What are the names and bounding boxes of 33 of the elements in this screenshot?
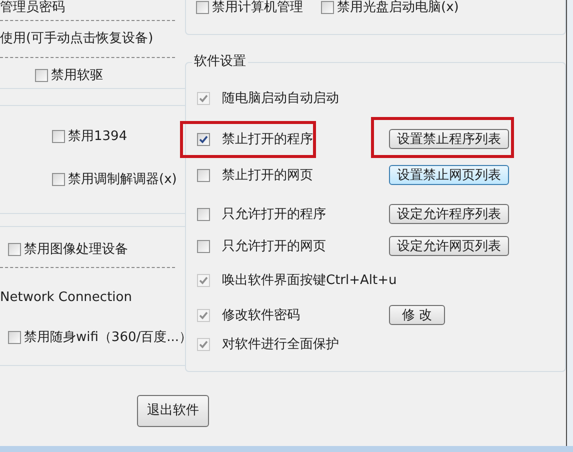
checkbox[interactable] bbox=[196, 0, 209, 14]
checkbox-label: 禁用调制解调器(x) bbox=[68, 172, 177, 186]
checkbox[interactable] bbox=[8, 242, 21, 256]
checkbox[interactable] bbox=[197, 208, 210, 220]
checkbox[interactable] bbox=[35, 68, 48, 82]
checkbox-label: 禁用软驱 bbox=[51, 68, 103, 82]
checkbox-label: 禁用计算机管理 bbox=[212, 0, 303, 14]
checkbox[interactable] bbox=[52, 172, 65, 186]
checkbox[interactable] bbox=[52, 130, 65, 142]
checkbox-label: 修改软件密码 bbox=[222, 308, 300, 322]
checkbox[interactable] bbox=[8, 330, 21, 344]
exit-button[interactable]: 退出软件 bbox=[137, 395, 209, 427]
checkbox[interactable] bbox=[197, 240, 210, 252]
checkbox[interactable] bbox=[321, 0, 334, 14]
checkbox-label: 禁用1394 bbox=[68, 130, 128, 142]
checkbox[interactable] bbox=[197, 132, 210, 146]
section-note: 使用(可手动点击恢复设备) bbox=[0, 32, 154, 44]
group-title: 软件设置 bbox=[192, 55, 248, 68]
section-note: Network Connection bbox=[0, 290, 132, 304]
checkbox-label: 只允许打开的网页 bbox=[222, 240, 326, 252]
checkbox-label: 随电脑启动自动启动 bbox=[222, 92, 339, 104]
checkbox-label: 禁止打开的网页 bbox=[222, 168, 313, 182]
checkbox-label: 禁用图像处理设备 bbox=[24, 242, 128, 256]
checkbox-label: 禁止打开的程序 bbox=[222, 132, 313, 146]
checkbox-label: 唤出软件界面按键Ctrl+Alt+u bbox=[222, 274, 397, 286]
list-button[interactable]: 设定允许网页列表 bbox=[389, 236, 509, 256]
checkbox-label: 禁用随身wifi（360/百度...） bbox=[24, 330, 192, 344]
checkbox-label: 对软件进行全面保护 bbox=[222, 338, 339, 350]
list-button[interactable]: 设置禁止网页列表 bbox=[389, 165, 509, 185]
checkbox[interactable] bbox=[197, 168, 210, 182]
list-button[interactable]: 设置禁止程序列表 bbox=[389, 129, 509, 149]
list-button[interactable]: 设定允许程序列表 bbox=[389, 204, 509, 224]
checkbox-label: 只允许打开的程序 bbox=[222, 208, 326, 220]
